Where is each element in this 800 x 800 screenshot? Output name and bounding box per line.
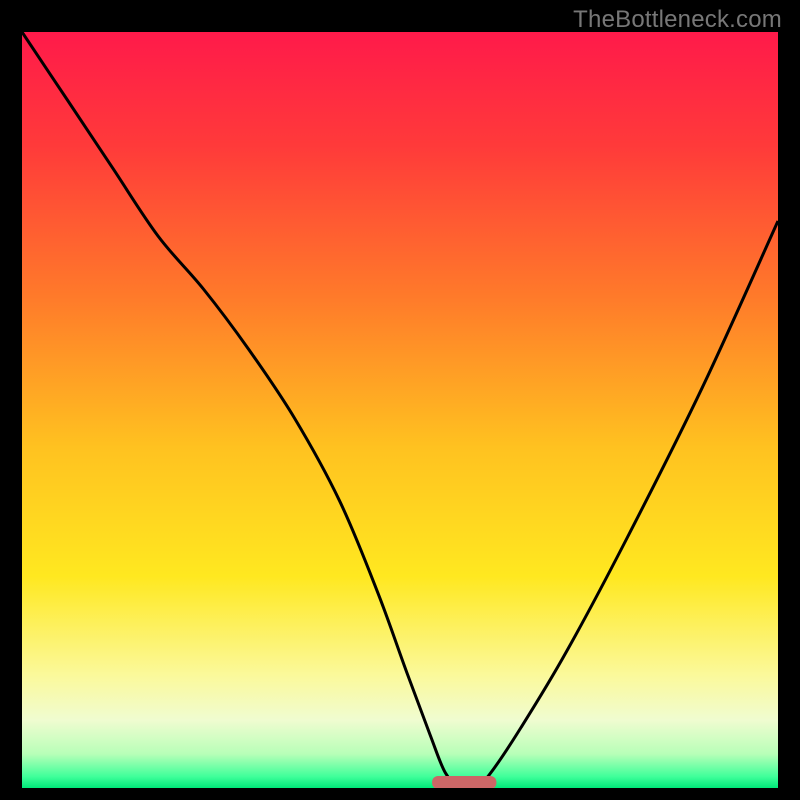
watermark-text: TheBottleneck.com	[573, 6, 782, 34]
bottleneck-chart	[22, 32, 778, 788]
chart-frame	[22, 32, 778, 788]
heat-background	[22, 32, 778, 788]
optimal-marker	[432, 776, 496, 788]
